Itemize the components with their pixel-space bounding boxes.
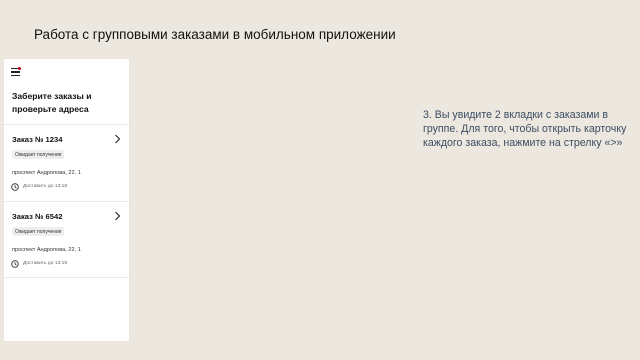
order-title: Заказ № 6542: [12, 212, 63, 221]
delivery-time: Доставить до 13:18: [23, 184, 68, 189]
delivery-time: Доставить до 13:19: [23, 261, 68, 266]
divider: [4, 277, 129, 278]
status-badge: Ожидает получения: [12, 227, 65, 236]
status-badge: Ожидает получения: [12, 150, 65, 159]
slide-title: Работа с групповыми заказами в мобильном…: [34, 27, 396, 42]
notification-dot-icon: [18, 67, 21, 70]
clock-icon: [11, 183, 19, 191]
order-address: проспект Андропова, 22, 1: [12, 247, 81, 253]
order-card-2[interactable]: Заказ № 6542 Ожидает получения проспект …: [4, 202, 129, 278]
chevron-right-icon[interactable]: [114, 211, 121, 221]
screen-heading: Заберите заказы и проверьте адреса: [12, 91, 92, 114]
instruction-text: 3. Вы увидите 2 вкладки с заказами в гру…: [423, 109, 627, 150]
order-card-1[interactable]: Заказ № 1234 Ожидает получения проспект …: [4, 125, 129, 201]
order-title: Заказ № 1234: [12, 135, 63, 144]
mobile-app-screen: Заберите заказы и проверьте адреса Заказ…: [4, 59, 129, 341]
order-address: проспект Андропова, 22, 1: [12, 170, 81, 176]
clock-icon: [11, 260, 19, 268]
chevron-right-icon[interactable]: [114, 134, 121, 144]
